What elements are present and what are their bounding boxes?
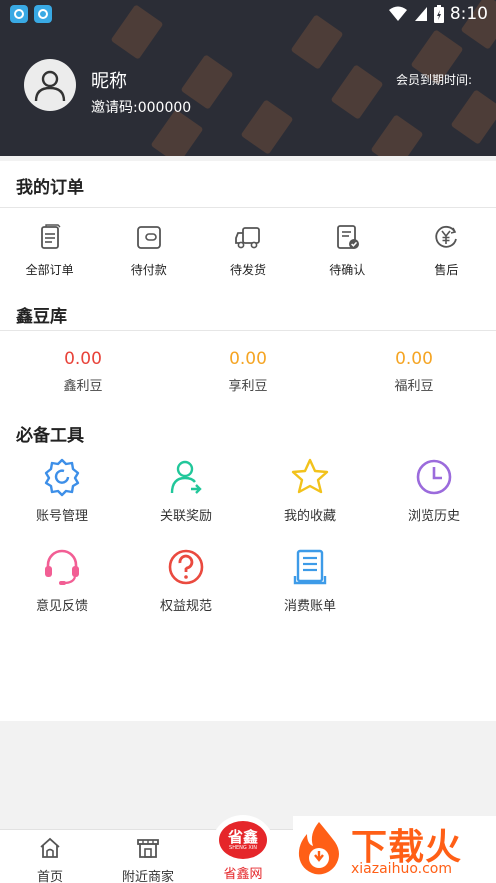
xiazaihuo-watermark: 下载火 xiazaihuo.com xyxy=(293,816,496,883)
brand-logo: 省鑫 SHENG XIN xyxy=(219,821,267,859)
consumption-bill-button[interactable]: 消费账单 xyxy=(248,547,372,614)
watermark-url: xiazaihuo.com xyxy=(351,861,452,877)
xiangli-bean-balance[interactable]: 0.00 享利豆 xyxy=(188,349,308,394)
favorites-button[interactable]: 我的收藏 xyxy=(248,457,372,524)
document-icon xyxy=(40,224,61,249)
order-shortcuts: 全部订单 待付款 待发货 待确认 售后 xyxy=(0,223,496,283)
tool-label: 消费账单 xyxy=(283,599,336,614)
battery-icon xyxy=(433,5,444,23)
flame-logo-icon xyxy=(298,822,339,875)
beans-section-title: 鑫豆库 xyxy=(16,307,67,327)
status-bar: 8:10 xyxy=(0,0,496,28)
fuli-bean-balance[interactable]: 0.00 福利豆 xyxy=(354,349,474,394)
profile-header: 8:10 昵称 邀请码:000000 会员到期时间: xyxy=(0,0,496,156)
order-label: 待发货 xyxy=(230,263,267,277)
tools-section-title: 必备工具 xyxy=(16,426,84,446)
order-label: 全部订单 xyxy=(25,263,74,277)
avatar[interactable] xyxy=(24,59,76,111)
xinli-bean-balance[interactable]: 0.00 鑫利豆 xyxy=(23,349,143,394)
order-label: 待确认 xyxy=(329,263,366,277)
divider xyxy=(0,207,496,208)
order-label: 售后 xyxy=(434,263,459,277)
orders-section-title: 我的订单 xyxy=(16,178,84,198)
gear-icon xyxy=(44,458,80,497)
star-icon xyxy=(291,458,329,494)
tool-label: 关联奖励 xyxy=(159,509,212,524)
all-orders-button[interactable]: 全部订单 xyxy=(0,223,99,283)
question-icon xyxy=(168,549,204,585)
after-sales-button[interactable]: 售后 xyxy=(397,223,496,283)
wallet-icon xyxy=(136,226,161,249)
pending-payment-button[interactable]: 待付款 xyxy=(99,223,198,283)
notification-app-icon xyxy=(10,5,28,23)
tool-label: 我的收藏 xyxy=(283,509,336,524)
wifi-icon xyxy=(388,6,407,21)
clock-icon xyxy=(416,459,452,495)
user-link-icon xyxy=(170,460,202,494)
account-management-button[interactable]: 账号管理 xyxy=(0,457,124,524)
order-label: 待付款 xyxy=(130,263,167,277)
bean-label: 福利豆 xyxy=(394,379,434,394)
nav-shengxin[interactable]: 省鑫 SHENG XIN 省鑫网 xyxy=(211,815,275,882)
tool-label: 账号管理 xyxy=(35,509,88,524)
nav-nearby-shops[interactable]: 附近商家 xyxy=(98,830,198,883)
nav-label: 首页 xyxy=(36,870,63,883)
feedback-button[interactable]: 意见反馈 xyxy=(0,547,124,614)
bean-balances: 0.00 鑫利豆 0.00 享利豆 0.00 福利豆 xyxy=(0,349,496,399)
member-expiry-label: 会员到期时间: xyxy=(395,73,472,87)
nav-home[interactable]: 首页 xyxy=(0,830,100,883)
tool-label: 权益规范 xyxy=(159,599,212,614)
nickname[interactable]: 昵称 xyxy=(91,67,127,93)
receipt-check-icon xyxy=(337,225,360,249)
invite-code: 邀请码:000000 xyxy=(91,100,192,116)
tool-label: 浏览历史 xyxy=(407,509,460,524)
pending-shipment-button[interactable]: 待发货 xyxy=(198,223,297,283)
bill-icon xyxy=(293,549,327,585)
shop-icon xyxy=(137,839,159,858)
bean-value: 0.00 xyxy=(229,349,267,369)
status-time: 8:10 xyxy=(449,4,488,24)
linked-rewards-button[interactable]: 关联奖励 xyxy=(124,457,248,524)
headset-icon xyxy=(45,549,79,585)
pending-confirm-button[interactable]: 待确认 xyxy=(298,223,397,283)
truck-icon xyxy=(235,227,260,249)
notification-app-icon xyxy=(34,5,52,23)
user-avatar-icon xyxy=(34,70,66,102)
home-icon xyxy=(40,837,60,858)
bean-label: 享利豆 xyxy=(228,379,268,394)
bean-value: 0.00 xyxy=(395,349,433,369)
tool-label: 意见反馈 xyxy=(35,599,88,614)
nav-label: 省鑫网 xyxy=(223,867,263,882)
main-content: 我的订单 全部订单 待付款 待发货 待确认 售后 鑫豆库 0.00 鑫利豆 0.… xyxy=(0,161,496,721)
nav-label: 附近商家 xyxy=(121,870,174,883)
divider xyxy=(0,330,496,331)
yen-refund-icon xyxy=(435,225,458,248)
bean-value: 0.00 xyxy=(64,349,102,369)
browsing-history-button[interactable]: 浏览历史 xyxy=(372,457,496,524)
signal-icon xyxy=(414,7,427,21)
bean-label: 鑫利豆 xyxy=(63,379,103,394)
rights-rules-button[interactable]: 权益规范 xyxy=(124,547,248,614)
